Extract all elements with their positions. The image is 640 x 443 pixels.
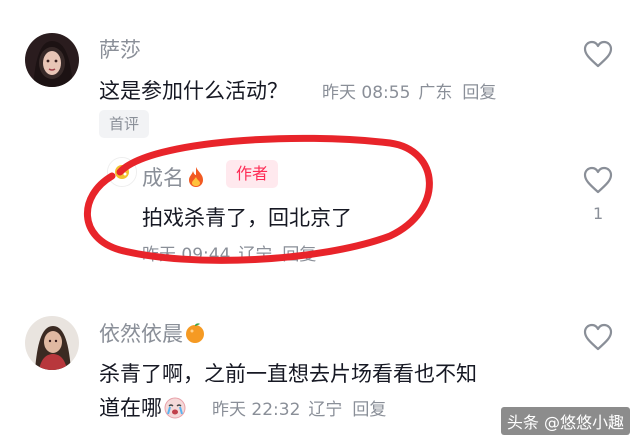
crying-face-icon bbox=[162, 394, 188, 425]
comment-username[interactable]: 依然依晨 bbox=[99, 318, 207, 350]
commenter-username: 依然依晨 bbox=[99, 322, 183, 346]
like-heart-icon[interactable] bbox=[583, 323, 613, 351]
comment-time: 昨天 22:32 bbox=[212, 400, 301, 420]
comment-text-line2: 道在哪 bbox=[99, 396, 162, 420]
reply-button[interactable]: 回复 bbox=[352, 400, 386, 420]
comment-meta: 昨天 22:32 辽宁 回复 bbox=[212, 395, 386, 420]
comment-text: 道在哪 bbox=[99, 392, 188, 425]
avatar[interactable] bbox=[25, 316, 79, 370]
comment-location: 辽宁 bbox=[308, 400, 343, 420]
orange-icon bbox=[183, 321, 207, 350]
watermark: 头条 @悠悠小趣 bbox=[500, 407, 630, 435]
comment-text-line1: 杀青了啊，之前一直想去片场看看也不知 bbox=[99, 362, 477, 386]
